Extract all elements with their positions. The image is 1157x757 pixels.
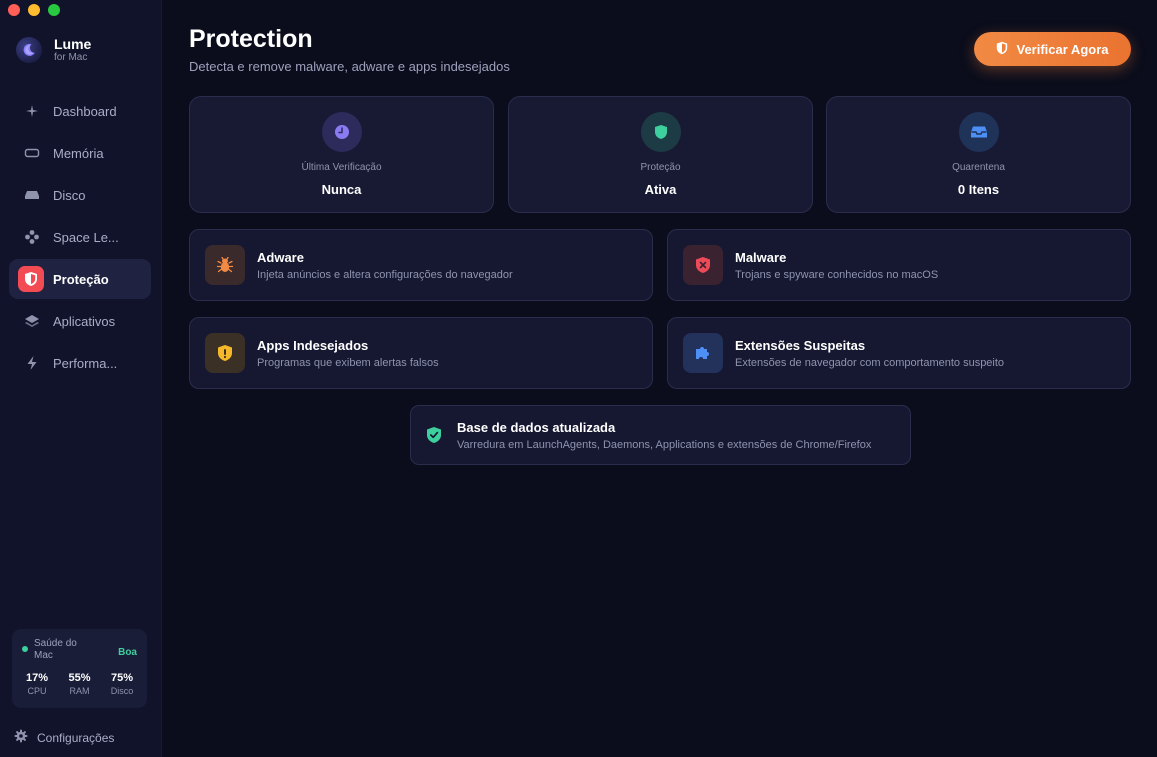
sparkle-icon bbox=[23, 102, 41, 120]
stat-card-last-scan: Última Verificação Nunca bbox=[189, 96, 494, 213]
stat-label: Última Verificação bbox=[301, 162, 382, 173]
stat-value: 75% bbox=[110, 672, 134, 684]
threat-card-adware[interactable]: Adware Injeta anúncios e altera configur… bbox=[189, 229, 653, 301]
threat-card-malware[interactable]: Malware Trojans e spyware conhecidos no … bbox=[667, 229, 1131, 301]
sidebar-item-performance[interactable]: Performa... bbox=[9, 343, 151, 383]
stat-value: Ativa bbox=[644, 182, 677, 197]
minimize-window-button[interactable] bbox=[28, 4, 40, 16]
threat-desc: Trojans e spyware conhecidos no macOS bbox=[735, 268, 939, 281]
threat-title: Malware bbox=[735, 249, 787, 265]
stat-label: CPU bbox=[27, 686, 47, 696]
bolt-icon bbox=[23, 354, 41, 372]
x-shield-icon bbox=[683, 245, 723, 285]
database-status-desc: Varredura em LaunchAgents, Daemons, Appl… bbox=[457, 438, 872, 451]
stat-label: Proteção bbox=[640, 162, 681, 173]
brand-name: Lume bbox=[54, 36, 92, 52]
warning-shield-icon bbox=[205, 333, 245, 373]
database-status-title: Base de dados atualizada bbox=[457, 419, 616, 435]
stat-label: Disco bbox=[110, 686, 134, 696]
sidebar-item-label: Disco bbox=[53, 187, 86, 203]
threat-title: Adware bbox=[257, 249, 304, 265]
sidebar-item-applications[interactable]: Aplicativos bbox=[9, 301, 151, 341]
clock-icon bbox=[321, 112, 362, 152]
shield-icon bbox=[640, 112, 681, 152]
main-content: Protection Detecta e remove malware, adw… bbox=[163, 0, 1157, 757]
sidebar-item-label: Memória bbox=[53, 145, 104, 161]
sidebar-item-memory[interactable]: Memória bbox=[9, 133, 151, 173]
threat-card-suspicious-extensions[interactable]: Extensões Suspeitas Extensões de navegad… bbox=[667, 317, 1131, 389]
stat-value: 17% bbox=[25, 672, 49, 684]
stat-value: 55% bbox=[68, 672, 91, 684]
disk-icon bbox=[23, 186, 41, 204]
settings-label: Configurações bbox=[37, 730, 115, 745]
sidebar-item-disk[interactable]: Disco bbox=[9, 175, 151, 215]
sidebar: Lume for Mac Dashboard Memória Disco Spa… bbox=[0, 0, 162, 757]
stat-label: RAM bbox=[69, 686, 90, 696]
window-controls bbox=[8, 4, 60, 16]
database-status-card: Base de dados atualizada Varredura em La… bbox=[410, 405, 911, 465]
health-label: Saúde do Mac bbox=[34, 638, 77, 661]
brand-sub: for Mac bbox=[54, 52, 88, 63]
stat-card-protection: Proteção Ativa bbox=[508, 96, 813, 213]
scan-now-label: Verificar Agora bbox=[1016, 41, 1109, 57]
scan-now-button[interactable]: Verificar Agora bbox=[974, 32, 1131, 66]
mac-health-widget: Saúde do Mac Boa 17% CPU 55% RAM 75% Dis… bbox=[12, 629, 147, 708]
health-stat-disk: 75% Disco bbox=[107, 672, 137, 696]
sidebar-nav: Dashboard Memória Disco Space Le... Prot… bbox=[9, 91, 151, 385]
memory-icon bbox=[23, 144, 41, 162]
puzzle-icon bbox=[683, 333, 723, 373]
gear-icon bbox=[14, 729, 28, 746]
health-stat-ram: 55% RAM bbox=[65, 672, 95, 696]
close-window-button[interactable] bbox=[8, 4, 20, 16]
sidebar-item-space-lens[interactable]: Space Le... bbox=[9, 217, 151, 257]
shield-icon bbox=[996, 41, 1008, 58]
health-stat-cpu: 17% CPU bbox=[22, 672, 52, 696]
sidebar-item-label: Aplicativos bbox=[53, 313, 116, 329]
threat-desc: Extensões de navegador com comportamento… bbox=[735, 356, 1005, 369]
stat-value: 0 Itens bbox=[957, 182, 1000, 197]
settings-button[interactable]: Configurações bbox=[14, 729, 114, 746]
shield-icon bbox=[18, 266, 44, 292]
app-window: Lume for Mac Dashboard Memória Disco Spa… bbox=[0, 0, 1157, 757]
layers-icon bbox=[23, 312, 41, 330]
threat-title: Apps Indesejados bbox=[257, 337, 369, 353]
check-shield-icon bbox=[424, 425, 444, 445]
sidebar-item-label: Space Le... bbox=[53, 229, 119, 245]
sidebar-item-dashboard[interactable]: Dashboard bbox=[9, 91, 151, 131]
tray-icon bbox=[958, 112, 999, 152]
space-lens-icon bbox=[23, 228, 41, 246]
bug-icon bbox=[205, 245, 245, 285]
stat-value: Nunca bbox=[321, 182, 362, 197]
stat-card-quarantine: Quarentena 0 Itens bbox=[826, 96, 1131, 213]
sidebar-item-label: Performa... bbox=[53, 355, 118, 371]
moon-logo-icon bbox=[16, 37, 42, 63]
sidebar-item-label: Dashboard bbox=[53, 103, 117, 119]
page-subtitle: Detecta e remove malware, adware e apps … bbox=[189, 59, 510, 74]
threat-card-unwanted-apps[interactable]: Apps Indesejados Programas que exibem al… bbox=[189, 317, 653, 389]
zoom-window-button[interactable] bbox=[48, 4, 60, 16]
threat-title: Extensões Suspeitas bbox=[735, 337, 866, 353]
sidebar-item-protection[interactable]: Proteção bbox=[9, 259, 151, 299]
stat-label: Quarentena bbox=[952, 162, 1005, 173]
page-title: Protection bbox=[189, 25, 313, 53]
sidebar-item-label: Proteção bbox=[53, 271, 109, 287]
threat-desc: Injeta anúncios e altera configurações d… bbox=[257, 268, 513, 281]
health-status-dot bbox=[22, 646, 28, 652]
health-status: Boa bbox=[118, 647, 137, 658]
threat-desc: Programas que exibem alertas falsos bbox=[257, 356, 439, 369]
brand: Lume for Mac bbox=[16, 36, 91, 64]
